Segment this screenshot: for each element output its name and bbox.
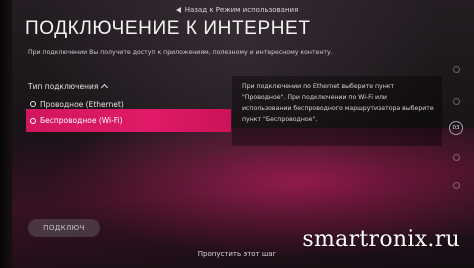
- step-dot: [453, 154, 460, 161]
- info-line: пункт "Беспроводное".: [242, 116, 318, 123]
- current-step: 03: [449, 121, 463, 135]
- info-panel: При подключении по Ethernet выберите пун…: [232, 76, 442, 146]
- connection-type-label: Тип подключения: [28, 82, 99, 91]
- option-wireless-wifi[interactable]: Беспроводное (Wi-Fi): [26, 109, 231, 132]
- watermark: smartronix.ru: [302, 227, 460, 252]
- radio-icon: [30, 101, 36, 107]
- page-subtitle: При подключении Вы получите доступ к при…: [28, 49, 333, 56]
- step-dot: [453, 182, 460, 189]
- option-label: Проводное (Ethernet): [40, 99, 124, 109]
- back-label: Назад к Режим использования: [184, 6, 299, 14]
- connection-type-toggle[interactable]: Тип подключения: [28, 82, 109, 92]
- connect-button[interactable]: ПОДКЛЮЧ: [28, 219, 100, 237]
- step-indicator: 03: [448, 50, 466, 190]
- back-button[interactable]: Назад к Режим использования: [0, 3, 474, 17]
- back-arrow-icon: [175, 7, 181, 13]
- page-title: ПОДКЛЮЧЕНИЕ К ИНТЕРНЕТ: [25, 18, 311, 39]
- info-line: При подключении по Ethernet выберите пун…: [242, 83, 395, 90]
- tv-bezel: [0, 0, 12, 268]
- step-dot: [453, 98, 460, 105]
- info-line: использовании беспроводного маршрутизато…: [242, 105, 434, 112]
- info-line: "Проводное". При подключении по Wi-Fi ил…: [242, 94, 387, 101]
- tv-setup-screen: Назад к Режим использования ПОДКЛЮЧЕНИЕ …: [0, 0, 474, 268]
- step-dot: [453, 66, 460, 73]
- option-label: Беспроводное (Wi-Fi): [40, 116, 123, 125]
- radio-icon: [30, 117, 36, 124]
- chevron-up-icon: [101, 83, 109, 92]
